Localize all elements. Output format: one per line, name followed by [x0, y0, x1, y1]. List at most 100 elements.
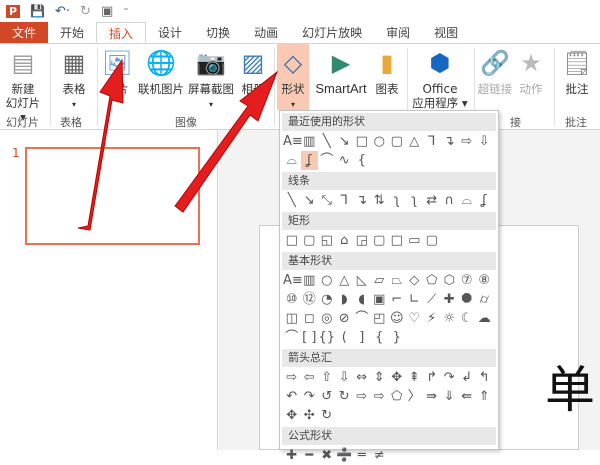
hyperlink-button[interactable]: 🔗 超链接	[477, 48, 513, 96]
shape-option-icon[interactable]: ○	[371, 132, 389, 151]
shape-option-icon[interactable]: ◗	[336, 290, 354, 309]
shape-option-icon[interactable]: ⌂	[336, 231, 354, 250]
shape-option-icon[interactable]: ⬡	[441, 271, 459, 290]
tab-review[interactable]: 审阅	[374, 22, 422, 43]
comment-button[interactable]: 🗒 批注	[560, 48, 594, 96]
album-button[interactable]: ▨ 相册 ▾	[237, 48, 269, 112]
shape-option-icon[interactable]: ⇨	[353, 387, 371, 406]
shape-option-icon[interactable]: ⇕	[371, 368, 389, 387]
shape-option-icon[interactable]: ✥	[388, 368, 406, 387]
slide-thumbnail[interactable]	[25, 147, 200, 245]
shape-option-icon[interactable]: ▢	[371, 231, 389, 250]
shape-option-icon[interactable]: ━	[301, 446, 319, 465]
shape-option-icon[interactable]: ⇩	[336, 368, 354, 387]
office-apps-button[interactable]: ⬢ Office 应用程序 ▾	[410, 48, 470, 110]
shape-option-icon[interactable]: ◱	[318, 231, 336, 250]
shape-option-icon[interactable]: ✣	[301, 406, 319, 425]
shape-option-icon[interactable]: ⇔	[353, 368, 371, 387]
shape-option-icon[interactable]: (	[336, 328, 354, 347]
shape-option-icon[interactable]: {}	[318, 328, 336, 347]
shape-option-icon[interactable]: ʅ	[388, 191, 406, 210]
shape-option-icon[interactable]: ╲	[318, 132, 336, 151]
undo-icon[interactable]: ↶·	[55, 4, 70, 19]
shape-option-icon[interactable]: ◺	[353, 271, 371, 290]
tab-animations[interactable]: 动画	[242, 22, 290, 43]
shape-option-icon[interactable]: ➗	[336, 446, 354, 465]
shape-option-icon[interactable]: ⚡	[423, 309, 441, 328]
shape-option-icon[interactable]: ◰	[371, 309, 389, 328]
shape-option-icon[interactable]: ⇄	[423, 191, 441, 210]
redo-icon[interactable]: ↻	[80, 4, 91, 19]
shape-option-icon[interactable]: ⌭	[476, 290, 494, 309]
shape-option-icon[interactable]: ◔	[318, 290, 336, 309]
shape-option-icon[interactable]: ⬠	[423, 271, 441, 290]
shape-option-icon[interactable]: ↘	[301, 191, 319, 210]
shape-option-icon[interactable]: {	[353, 151, 371, 170]
slide-text[interactable]: 单	[545, 362, 595, 418]
shape-option-icon[interactable]: ⇚	[458, 387, 476, 406]
shape-option-icon[interactable]: ♡	[406, 309, 424, 328]
shape-option-icon[interactable]: {	[371, 328, 389, 347]
shape-option-icon[interactable]: ◲	[353, 231, 371, 250]
shape-option-icon[interactable]: ▢	[301, 231, 319, 250]
tab-file[interactable]: 文件	[0, 22, 48, 43]
shape-option-icon[interactable]: ☺	[388, 309, 406, 328]
tab-slideshow[interactable]: 幻灯片放映	[290, 22, 374, 43]
action-button[interactable]: ★ 动作	[516, 48, 546, 96]
shape-option-icon[interactable]: ⯃	[458, 290, 476, 309]
tab-home[interactable]: 开始	[48, 22, 96, 43]
shape-option-icon[interactable]: ▱	[371, 271, 389, 290]
shape-option-icon[interactable]: ʅ	[406, 191, 424, 210]
shape-option-icon[interactable]: ◻	[301, 309, 319, 328]
shape-option-icon[interactable]: ═	[353, 446, 371, 465]
shape-option-icon[interactable]: ☾	[458, 309, 476, 328]
shape-option-icon[interactable]: ▢	[388, 132, 406, 151]
shape-option-icon[interactable]: ⑦	[458, 271, 476, 290]
shape-option-icon[interactable]: ↷	[301, 387, 319, 406]
tab-insert[interactable]: 插入	[96, 22, 147, 43]
shape-option-icon[interactable]: □	[388, 231, 406, 250]
shape-option-icon[interactable]: ◫	[283, 309, 301, 328]
shape-option-icon[interactable]: ✖	[318, 446, 336, 465]
shape-option-icon[interactable]: ▥	[301, 271, 319, 290]
picture-button[interactable]: 🖼 图片	[100, 48, 134, 96]
shape-option-icon[interactable]: ↰	[476, 368, 494, 387]
shape-option-icon[interactable]: ʆ	[300, 151, 318, 170]
shape-option-icon[interactable]: ↻	[336, 387, 354, 406]
shape-option-icon[interactable]: ⑩	[283, 290, 301, 309]
save-icon[interactable]: 💾	[30, 4, 45, 18]
tab-view[interactable]: 视图	[422, 22, 470, 43]
shape-option-icon[interactable]: ◎	[318, 309, 336, 328]
shape-option-icon[interactable]: ✚	[283, 446, 301, 465]
shape-option-icon[interactable]: ⇞	[406, 368, 424, 387]
shape-option-icon[interactable]: ↘	[336, 132, 354, 151]
shape-option-icon[interactable]: ▣	[371, 290, 389, 309]
shape-option-icon[interactable]: ⌓	[283, 151, 301, 170]
shape-option-icon[interactable]: ↴	[353, 191, 371, 210]
screenshot-button[interactable]: 📷 屏幕截图 ▾	[186, 48, 236, 112]
shape-option-icon[interactable]: }	[388, 328, 406, 347]
shape-option-icon[interactable]: ʆ	[476, 191, 494, 210]
shape-option-icon[interactable]: ⬠	[388, 387, 406, 406]
shape-option-icon[interactable]: ⇨	[371, 387, 389, 406]
shape-option-icon[interactable]: ⇓	[441, 387, 459, 406]
shape-option-icon[interactable]: ✥	[283, 406, 301, 425]
shape-option-icon[interactable]: ↱	[423, 368, 441, 387]
shape-option-icon[interactable]: ▭	[406, 231, 424, 250]
shape-option-icon[interactable]: ]	[353, 328, 371, 347]
shape-option-icon[interactable]: ▥	[301, 132, 319, 151]
shape-option-icon[interactable]: ⇦	[301, 368, 319, 387]
shape-option-icon[interactable]: ⊘	[336, 309, 354, 328]
tab-transitions[interactable]: 切换	[194, 22, 242, 43]
shape-option-icon[interactable]: ↲	[458, 368, 476, 387]
shape-option-icon[interactable]: ∟	[406, 290, 424, 309]
shape-option-icon[interactable]: ∿	[336, 151, 354, 170]
shape-option-icon[interactable]: ☼	[441, 309, 459, 328]
shape-option-icon[interactable]: ↷	[441, 368, 459, 387]
shape-option-icon[interactable]: ⌒	[353, 309, 371, 328]
shape-option-icon[interactable]: ↴	[441, 132, 459, 151]
shape-option-icon[interactable]: ⌐	[388, 290, 406, 309]
shape-option-icon[interactable]: [ ]	[301, 328, 319, 347]
shape-option-icon[interactable]: ✚	[441, 290, 459, 309]
table-button[interactable]: ▦ 表格 ▾	[54, 48, 94, 112]
